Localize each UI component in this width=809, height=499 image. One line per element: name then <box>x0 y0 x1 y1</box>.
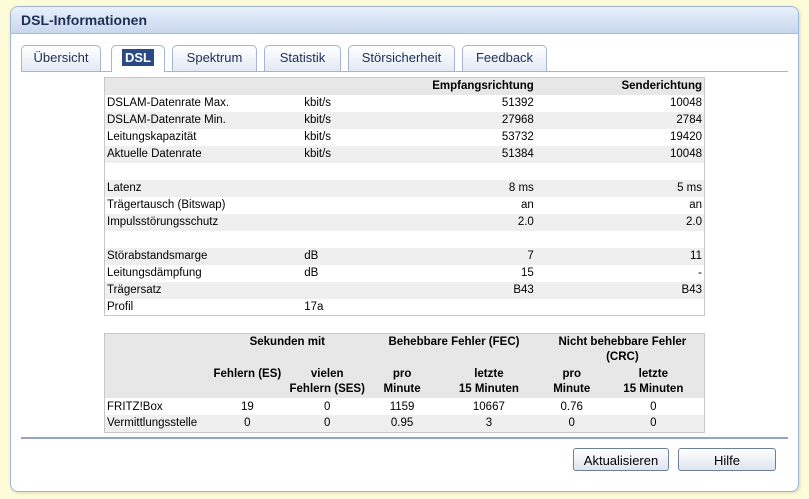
tab-dsl[interactable]: DSL <box>111 45 165 72</box>
group-fec: Behebbare Fehler (FEC) <box>367 333 541 366</box>
table-row: Impulsstörungsschutz 2.0 2.0 <box>104 213 705 231</box>
tab-overview[interactable]: Übersicht <box>21 45 101 71</box>
col-crc-per-line1: pro <box>562 368 581 380</box>
help-button[interactable]: Hilfe <box>678 448 776 471</box>
tab-feedback[interactable]: Feedback <box>462 45 547 71</box>
table-subheader-row: Fehlern (ES) vielen Fehlern (SES) pro Minu… <box>104 366 705 398</box>
tab-statistics[interactable]: Statistik <box>264 45 341 71</box>
col-es: Fehlern (ES) <box>213 368 282 380</box>
col-fec-per-line1: pro <box>392 368 412 380</box>
table-row: Trägertausch (Bitswap) an an <box>107 199 702 211</box>
col-crc-per-line2: Minute <box>553 383 591 395</box>
panel-title: DSL-Informationen <box>11 7 798 34</box>
dsl-info-panel: DSL-Informationen Übersicht DSL Spektrum… <box>10 6 799 492</box>
table-header-row: Empfangsrichtung Senderichtung <box>104 77 705 95</box>
col-ses-line1: vielen <box>310 368 344 380</box>
table-row: Vermittlungsstelle 0 0 0.95 3 0 0 <box>104 415 705 432</box>
col-fec-last-line1: letzte <box>474 368 504 380</box>
spacer-row <box>105 231 705 248</box>
col-send-direction: Senderichtung <box>535 77 705 95</box>
table-row: Profil 17a <box>107 300 324 313</box>
table-row: DSLAM-Datenrate Max. kbit/s 51392 10048 <box>107 97 702 109</box>
spacer-row <box>105 163 705 180</box>
col-crc-last-line1: letzte <box>638 368 669 380</box>
dsl-values-table: Empfangsrichtung Senderichtung DSLAM-Dat… <box>104 77 705 316</box>
tab-interference[interactable]: Störsicherheit <box>348 45 455 71</box>
group-crc: Nicht behebbare Fehler (CRC) <box>540 333 705 366</box>
table-row: Leitungskapazität kbit/s 53732 19420 <box>107 131 702 143</box>
table-row: FRITZ!Box 19 0 1159 10667 0.76 0 <box>107 400 657 413</box>
table-row: Latenz 8 ms 5 ms <box>104 179 705 197</box>
table-row: Leitungsdämpfung dB 15- <box>107 267 702 279</box>
table-row: Trägersatz B43 B43 <box>104 281 705 299</box>
footer-divider <box>21 437 788 439</box>
error-stats-table: Sekunden mit Behebbare Fehler (FEC) Nich… <box>104 333 705 433</box>
group-seconds-with: Sekunden mit <box>207 333 368 366</box>
table-row: Störabstandsmarge dB 7 11 <box>104 247 705 265</box>
col-fec-per-line2: Minute <box>383 383 421 395</box>
col-crc-last-line2: 15 Minuten <box>623 383 684 395</box>
col-ses-line2: Fehlern (SES) <box>289 383 365 395</box>
col-receive-direction: Empfangsrichtung <box>352 77 536 95</box>
col-fec-last-line2: 15 Minuten <box>458 383 519 395</box>
refresh-button[interactable]: Aktualisieren <box>573 448 669 471</box>
table-header-row: Sekunden mit Behebbare Fehler (FEC) Nich… <box>104 333 705 366</box>
tab-spectrum[interactable]: Spektrum <box>172 45 257 71</box>
table-row: Aktuelle Datenrate kbit/s 51384 10048 <box>104 145 705 163</box>
table-row: DSLAM-Datenrate Min. kbit/s 27968 2784 <box>104 111 705 129</box>
